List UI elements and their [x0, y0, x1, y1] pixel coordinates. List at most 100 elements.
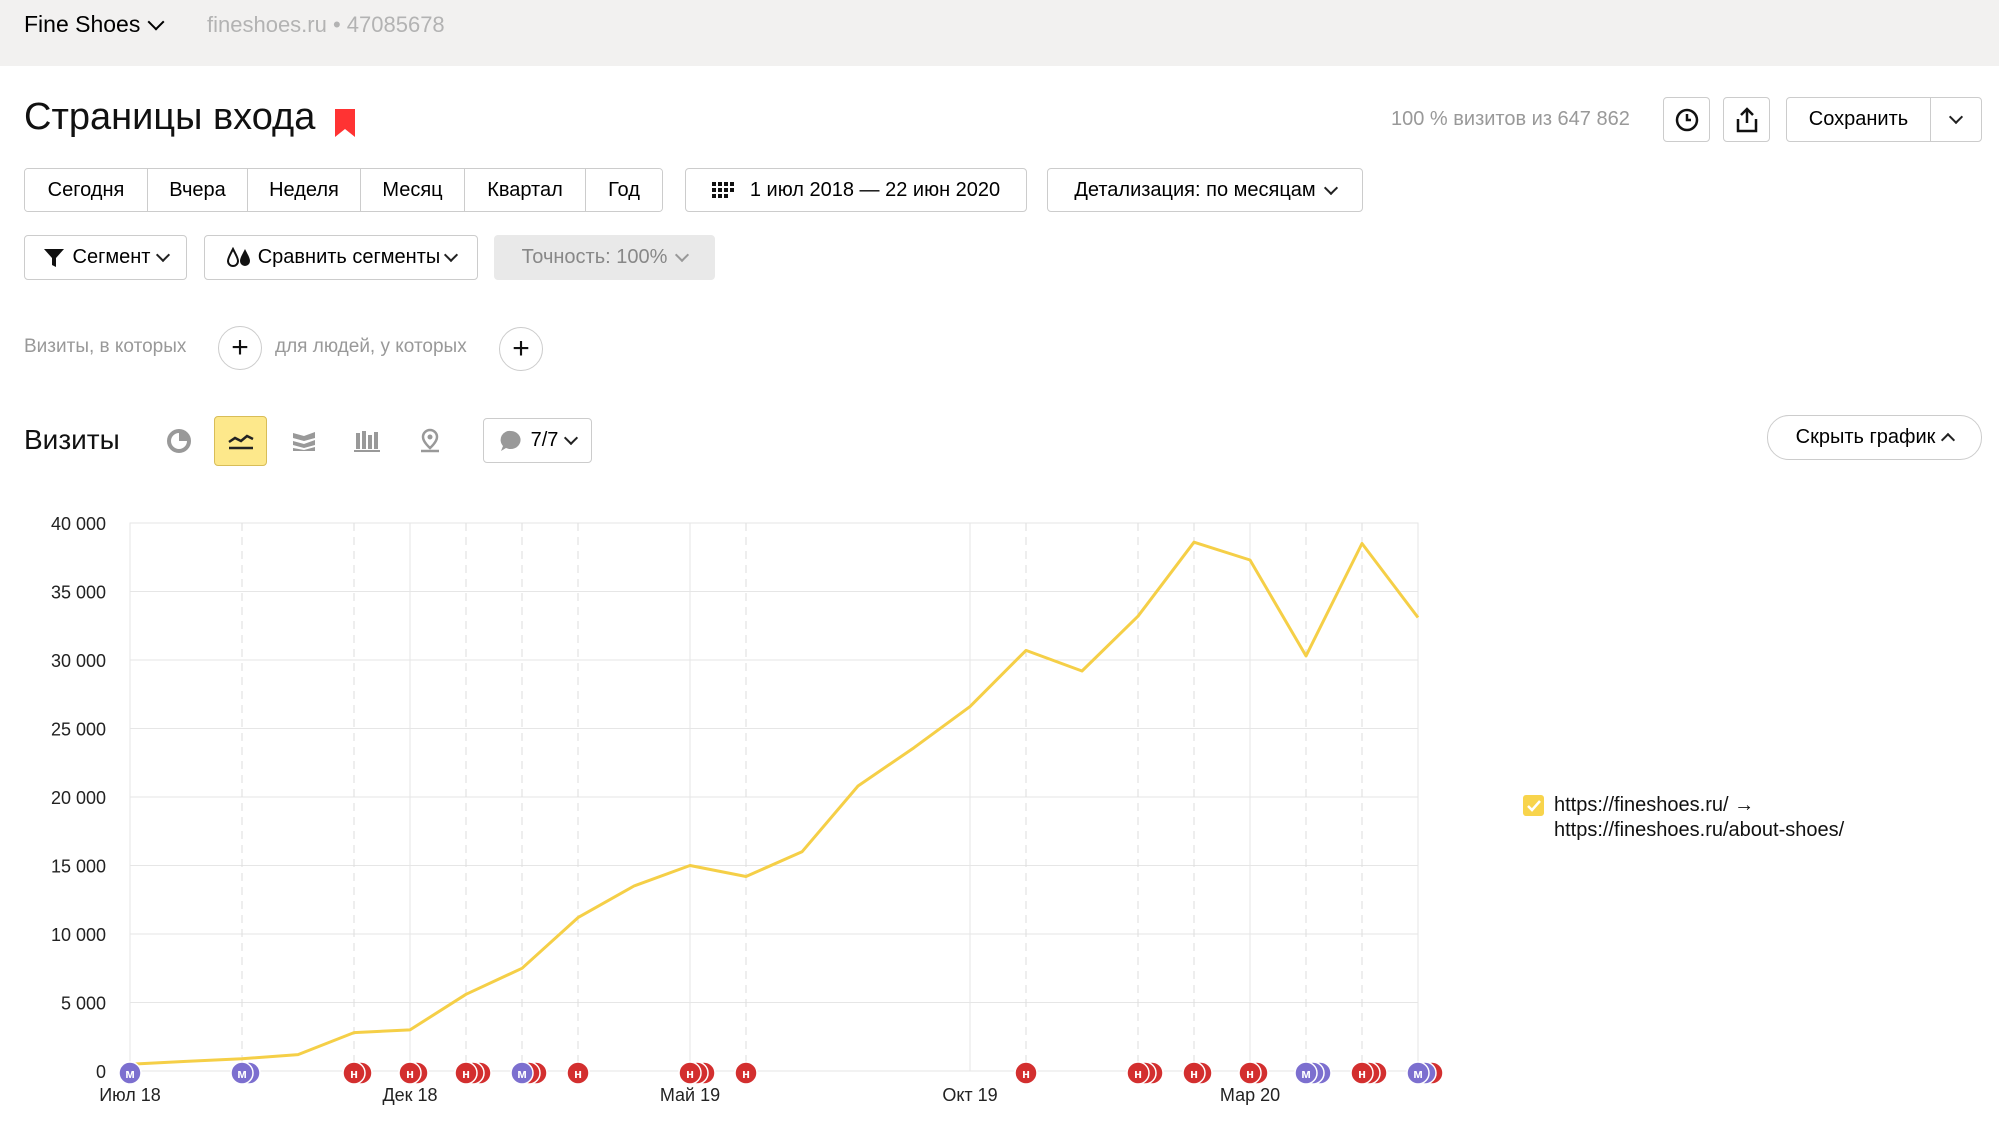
note-marker-letter: н: [1190, 1066, 1198, 1081]
note-marker-letter: м: [1413, 1066, 1423, 1081]
note-marker: [1014, 1061, 1038, 1085]
export-button[interactable]: [1723, 97, 1770, 142]
map-pin-icon: [420, 428, 439, 453]
period-month[interactable]: Месяц: [361, 169, 465, 211]
share-icon: [1736, 106, 1757, 132]
note-marker: [1406, 1061, 1430, 1085]
site-selector[interactable]: Fine Shoes: [24, 11, 165, 38]
note-marker: [1245, 1061, 1269, 1085]
hide-chart-button[interactable]: Скрыть график: [1767, 415, 1982, 460]
legend-line-1: https://fineshoes.ru/ →: [1554, 794, 1755, 816]
add-people-condition-button[interactable]: +: [499, 327, 543, 371]
chart-type-line[interactable]: [214, 416, 267, 466]
x-tick-label: Дек 18: [382, 1085, 437, 1105]
save-button[interactable]: Сохранить: [1787, 98, 1931, 141]
compare-segments-button[interactable]: Сравнить сегменты: [204, 235, 478, 280]
clock-icon: [1675, 108, 1698, 131]
note-marker: [692, 1061, 716, 1085]
y-tick-label: 5 000: [61, 994, 106, 1014]
note-marker-letter: м: [237, 1066, 247, 1081]
note-marker: [1294, 1061, 1318, 1085]
note-marker: [230, 1061, 254, 1085]
legend-line-2: https://fineshoes.ru/about-shoes/: [1554, 819, 1845, 841]
visits-info: 100 % визитов из 647 862: [1391, 108, 1630, 130]
note-marker: [524, 1061, 548, 1085]
note-marker: [1182, 1061, 1206, 1085]
note-marker: [1308, 1061, 1332, 1085]
chart-type-map[interactable]: [403, 416, 456, 466]
chart-type-columns[interactable]: [340, 416, 393, 466]
note-marker-letter: н: [1246, 1066, 1254, 1081]
note-marker: [1357, 1061, 1381, 1085]
comment-icon: [500, 430, 521, 451]
save-options-button[interactable]: [1931, 98, 1981, 141]
x-tick-label: Июл 18: [99, 1085, 161, 1105]
chevron-down-icon: [444, 247, 459, 263]
note-marker: [454, 1061, 478, 1085]
bookmark-icon[interactable]: [335, 109, 355, 137]
note-marker: [517, 1061, 541, 1085]
hide-chart-label: Скрыть график: [1795, 426, 1936, 448]
pie-chart-icon: [166, 429, 191, 453]
segment-button[interactable]: Сегмент: [24, 235, 187, 280]
y-tick-label: 25 000: [51, 720, 106, 740]
note-marker: [349, 1061, 373, 1085]
accuracy-label: Точность: 100%: [521, 246, 668, 268]
chevron-down-icon: [156, 247, 171, 263]
note-marker: [461, 1061, 485, 1085]
note-marker: [237, 1061, 261, 1085]
note-marker: [468, 1061, 492, 1085]
period-quarter[interactable]: Квартал: [465, 169, 586, 211]
y-tick-label: 40 000: [51, 514, 106, 534]
period-selector: Сегодня Вчера Неделя Месяц Квартал Год: [24, 168, 663, 212]
y-tick-label: 30 000: [51, 651, 106, 671]
note-marker-letter: н: [742, 1066, 750, 1081]
y-tick-label: 20 000: [51, 788, 106, 808]
chevron-down-icon: [675, 247, 690, 263]
detail-dropdown[interactable]: Детализация: по месяцам: [1047, 168, 1363, 212]
note-marker: [118, 1061, 142, 1085]
history-button[interactable]: [1663, 97, 1710, 142]
period-year[interactable]: Год: [586, 169, 662, 211]
stacked-area-icon: [292, 432, 315, 451]
chart-title: Визиты: [24, 424, 120, 455]
plus-icon: +: [231, 331, 249, 364]
detail-label: Детализация: по месяцам: [1074, 178, 1316, 201]
note-marker: [1140, 1061, 1164, 1085]
chevron-down-icon: [1948, 109, 1964, 125]
add-visit-condition-button[interactable]: +: [218, 326, 262, 370]
note-marker: [734, 1061, 758, 1085]
note-marker: [566, 1061, 590, 1085]
note-marker: [678, 1061, 702, 1085]
chevron-down-icon: [564, 430, 579, 446]
site-name: Fine Shoes: [24, 11, 141, 37]
note-marker: [1126, 1061, 1150, 1085]
chart-type-area[interactable]: [277, 416, 330, 466]
top-bar: Fine Shoes fineshoes.ru • 47085678: [0, 0, 1999, 66]
accuracy-dropdown[interactable]: Точность: 100%: [494, 235, 715, 280]
segment-label: Сегмент: [72, 246, 151, 268]
series-line: [129, 540, 1420, 1066]
chevron-down-icon: [147, 13, 165, 30]
y-tick-label: 10 000: [51, 925, 106, 945]
legend-checkbox[interactable]: [1523, 795, 1544, 816]
note-marker: [342, 1061, 366, 1085]
chevron-down-icon: [1323, 180, 1338, 195]
column-chart-icon: [353, 431, 380, 452]
site-meta: fineshoes.ru • 47085678: [207, 12, 445, 37]
note-marker-letter: н: [574, 1066, 582, 1081]
note-marker: [1301, 1061, 1325, 1085]
legend-label: https://fineshoes.ru/ → https://fineshoe…: [1554, 793, 1844, 843]
visits-filter-label: Визиты, в которых: [24, 336, 187, 357]
period-week[interactable]: Неделя: [248, 169, 361, 211]
date-range-picker[interactable]: 1 июл 2018 — 22 июн 2020: [685, 168, 1027, 212]
page-title: Страницы входа: [24, 96, 316, 138]
note-marker-letter: н: [1358, 1066, 1366, 1081]
period-yesterday[interactable]: Вчера: [148, 169, 248, 211]
filter-icon: [43, 248, 64, 267]
notes-toggle[interactable]: 7/7: [483, 418, 592, 463]
calendar-icon: [711, 182, 734, 198]
period-today[interactable]: Сегодня: [25, 169, 148, 211]
note-marker-letter: м: [1301, 1066, 1311, 1081]
chart-type-pie[interactable]: [152, 416, 205, 466]
